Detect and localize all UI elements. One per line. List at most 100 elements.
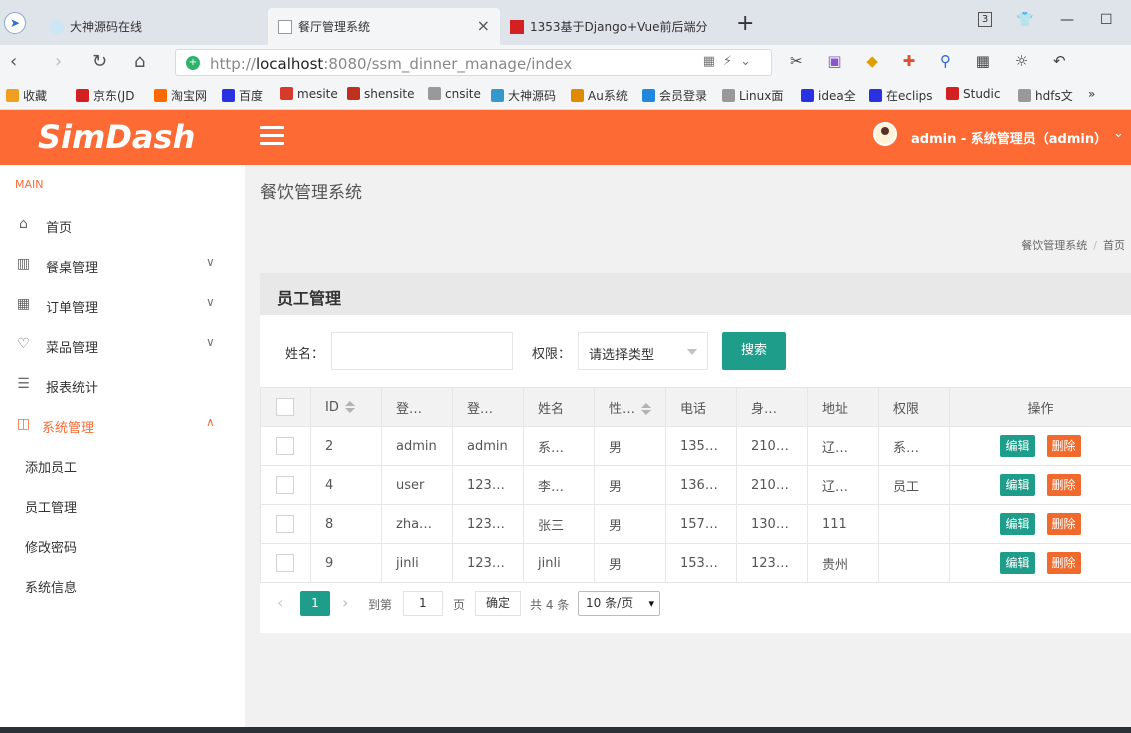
- bookmark-item[interactable]: 大神源码: [491, 87, 556, 104]
- row-checkbox[interactable]: [276, 437, 294, 455]
- select-all-checkbox[interactable]: [276, 398, 294, 416]
- page-input[interactable]: 1: [403, 591, 443, 616]
- url-actions-icon[interactable]: ▦⚡⌄: [703, 54, 759, 69]
- game-icon[interactable]: ✚: [903, 52, 916, 70]
- bookmark-icon: [428, 87, 441, 100]
- close-icon[interactable]: ×: [477, 16, 490, 35]
- shirt-icon[interactable]: 👕: [1016, 12, 1033, 28]
- bookmark-label: 京东(JD: [93, 89, 135, 103]
- forward-icon[interactable]: ›: [55, 51, 62, 72]
- bookmark-item[interactable]: 淘宝网: [154, 87, 207, 104]
- user-menu[interactable]: admin - 系统管理员（admin）: [911, 128, 1107, 147]
- sort-icon[interactable]: [641, 403, 652, 415]
- sidebar-sub-add-employee[interactable]: 添加员工: [25, 457, 77, 476]
- bookmark-item[interactable]: Studic: [946, 87, 1000, 101]
- column-header: 操作: [949, 387, 1131, 427]
- bookmark-icon: [222, 89, 235, 102]
- chevron-down-icon[interactable]: ⌄: [1113, 126, 1124, 141]
- edit-button[interactable]: 编辑: [1000, 513, 1035, 535]
- goto-label: 到第: [368, 598, 393, 612]
- edit-button[interactable]: 编辑: [1000, 435, 1035, 457]
- browser-tab-3[interactable]: 1353基于Django+Vue前后端分: [500, 8, 720, 45]
- column-header[interactable]: ID: [310, 387, 382, 427]
- avatar[interactable]: [873, 122, 897, 146]
- sidebar-item-home[interactable]: ⌂ 首页: [0, 205, 245, 245]
- sidebar-item-system[interactable]: ◫ 系统管理 ∧: [0, 405, 245, 445]
- bookmark-item[interactable]: 京东(JD: [76, 87, 134, 104]
- bookmark-item[interactable]: hdfs文: [1018, 87, 1073, 104]
- menu-toggle-icon[interactable]: [260, 126, 284, 146]
- back-icon[interactable]: ‹: [10, 51, 17, 72]
- edit-button[interactable]: 编辑: [1000, 474, 1035, 496]
- sidebar-sub-employee-manage[interactable]: 员工管理: [25, 497, 77, 516]
- apps-icon[interactable]: ▦: [976, 52, 990, 70]
- bookmark-item[interactable]: Au系统: [571, 87, 628, 104]
- app-logo[interactable]: SimDash: [38, 118, 195, 156]
- bookmark-item[interactable]: Linux面: [722, 87, 783, 104]
- search-icon[interactable]: ⚲: [940, 52, 951, 70]
- bookmark-item[interactable]: cnsite: [428, 87, 481, 101]
- table-cell: [878, 504, 950, 544]
- delete-button[interactable]: 删除: [1046, 474, 1081, 496]
- table-cell: 8: [310, 504, 382, 544]
- shield-icon[interactable]: ◆: [866, 52, 878, 70]
- new-tab-icon[interactable]: +: [736, 11, 754, 36]
- delete-button[interactable]: 删除: [1046, 435, 1081, 457]
- row-checkbox[interactable]: [276, 554, 294, 572]
- bookmark-item[interactable]: shensite: [347, 87, 415, 101]
- breadcrumb-item[interactable]: 首页: [1103, 239, 1125, 252]
- sidebar-item-tables[interactable]: ▥ 餐桌管理 ∨: [0, 245, 245, 285]
- maximize-icon[interactable]: ☐: [1100, 12, 1113, 28]
- confirm-button[interactable]: 确定: [475, 591, 521, 616]
- minimize-icon[interactable]: —: [1060, 12, 1074, 28]
- table-cell: 123…: [452, 543, 524, 583]
- row-checkbox[interactable]: [276, 515, 294, 533]
- sidebar-sub-change-password[interactable]: 修改密码: [25, 537, 77, 556]
- row-checkbox[interactable]: [276, 476, 294, 494]
- current-page[interactable]: 1: [300, 591, 330, 616]
- scissors-icon[interactable]: ✂: [790, 52, 803, 70]
- table-row: 8 zha… 123… 张三男 157… 130… 111 编辑 删除: [260, 504, 1131, 544]
- delete-button[interactable]: 删除: [1046, 552, 1081, 574]
- brightness-icon[interactable]: ☼: [1015, 52, 1028, 70]
- edit-button[interactable]: 编辑: [1000, 552, 1035, 574]
- table-cell: 9: [310, 543, 382, 583]
- bookmark-item[interactable]: idea全: [801, 87, 856, 104]
- employee-table: ID 登… 登… 姓名 性… 电话 身… 地址 权限 操作 2 admin admi…: [260, 387, 1131, 583]
- reload-icon[interactable]: ↻: [92, 51, 107, 72]
- bookmark-item[interactable]: 收藏: [6, 87, 47, 104]
- table-cell: 130…: [736, 504, 808, 544]
- undo-icon[interactable]: ↶: [1053, 52, 1066, 70]
- search-button[interactable]: 搜索: [722, 332, 786, 370]
- prev-page-icon[interactable]: ‹: [277, 593, 283, 612]
- sidebar-item-reports[interactable]: ☰ 报表统计: [0, 365, 245, 405]
- url-input[interactable]: + http://localhost:8080/ssm_dinner_manag…: [175, 49, 772, 76]
- browser-menu-icon[interactable]: ➤: [4, 12, 26, 34]
- bookmark-item[interactable]: 百度: [222, 87, 263, 104]
- delete-button[interactable]: 删除: [1046, 513, 1081, 535]
- translate-icon[interactable]: ▣: [827, 52, 841, 70]
- home-icon[interactable]: ⌂: [134, 51, 145, 72]
- bookmark-item[interactable]: mesite: [280, 87, 338, 101]
- column-header[interactable]: 性…: [594, 387, 666, 427]
- next-page-icon[interactable]: ›: [342, 593, 348, 612]
- bookmark-item[interactable]: 会员登录: [642, 87, 707, 104]
- sidebar-item-orders[interactable]: ▦ 订单管理 ∨: [0, 285, 245, 325]
- bookmarks-more-icon[interactable]: »: [1088, 87, 1095, 101]
- sidebar-sub-system-info[interactable]: 系统信息: [25, 577, 77, 596]
- tab-count-badge[interactable]: 3: [978, 12, 992, 27]
- sort-icon[interactable]: [344, 401, 355, 413]
- address-bar: ‹ › ↻ ⌂ + http://localhost:8080/ssm_dinn…: [0, 45, 1131, 80]
- caret-down-icon: [687, 349, 697, 355]
- name-input[interactable]: [331, 332, 513, 370]
- page-size-select[interactable]: 10 条/页 ▾: [578, 591, 660, 616]
- bookmark-label: Au系统: [588, 89, 628, 103]
- bookmark-item[interactable]: 在eclips: [869, 87, 933, 104]
- role-select[interactable]: 请选择类型: [578, 332, 708, 370]
- breadcrumb-item[interactable]: 餐饮管理系统: [1021, 239, 1087, 252]
- browser-tab-2-active[interactable]: 餐厅管理系统 ×: [268, 8, 500, 45]
- role-select-value: 请选择类型: [589, 348, 655, 363]
- chevron-down-icon: ▾: [648, 597, 654, 610]
- sidebar-item-dishes[interactable]: ♡ 菜品管理 ∨: [0, 325, 245, 365]
- browser-tab-1[interactable]: 大神源码在线: [40, 8, 268, 45]
